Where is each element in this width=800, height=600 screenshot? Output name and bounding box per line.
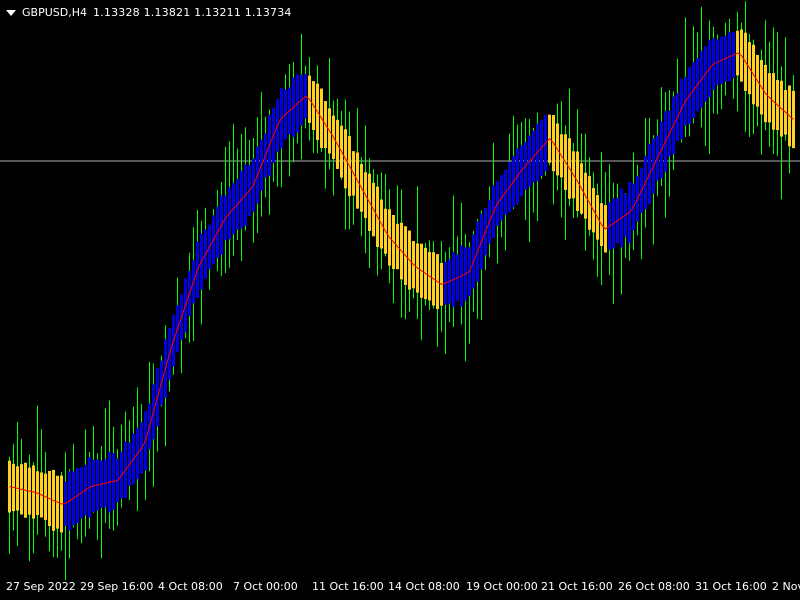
x-tick-label: 26 Oct 08:00: [618, 580, 690, 593]
x-tick-label: 7 Oct 00:00: [233, 580, 298, 593]
symbol-label: GBPUSD,H4: [22, 6, 87, 19]
candles: [9, 1, 794, 580]
x-tick-label: 19 Oct 00:00: [466, 580, 538, 593]
chart-menu-triangle-icon[interactable]: [6, 9, 16, 16]
candle-plot: [0, 1, 800, 580]
x-tick-label: 31 Oct 16:00: [695, 580, 767, 593]
bear-band-bar: [792, 90, 795, 149]
x-tick-label: 14 Oct 08:00: [388, 580, 460, 593]
ohlc-values: 1.13328 1.13821 1.13211 1.13734: [92, 6, 292, 19]
x-tick-label: 27 Sep 2022: [6, 580, 76, 593]
x-tick-label: 29 Sep 16:00: [80, 580, 154, 593]
x-tick-label: 2 Nov: [772, 580, 800, 593]
chart-header: GBPUSD,H4 1.13328 1.13821 1.13211 1.1373…: [6, 6, 292, 19]
chart-area[interactable]: [0, 0, 800, 600]
time-axis: 27 Sep 2022 29 Sep 16:00 4 Oct 08:00 7 Oct …: [0, 580, 800, 600]
x-tick-label: 4 Oct 08:00: [158, 580, 223, 593]
x-tick-label: 11 Oct 16:00: [312, 580, 384, 593]
x-tick-label: 21 Oct 16:00: [541, 580, 613, 593]
